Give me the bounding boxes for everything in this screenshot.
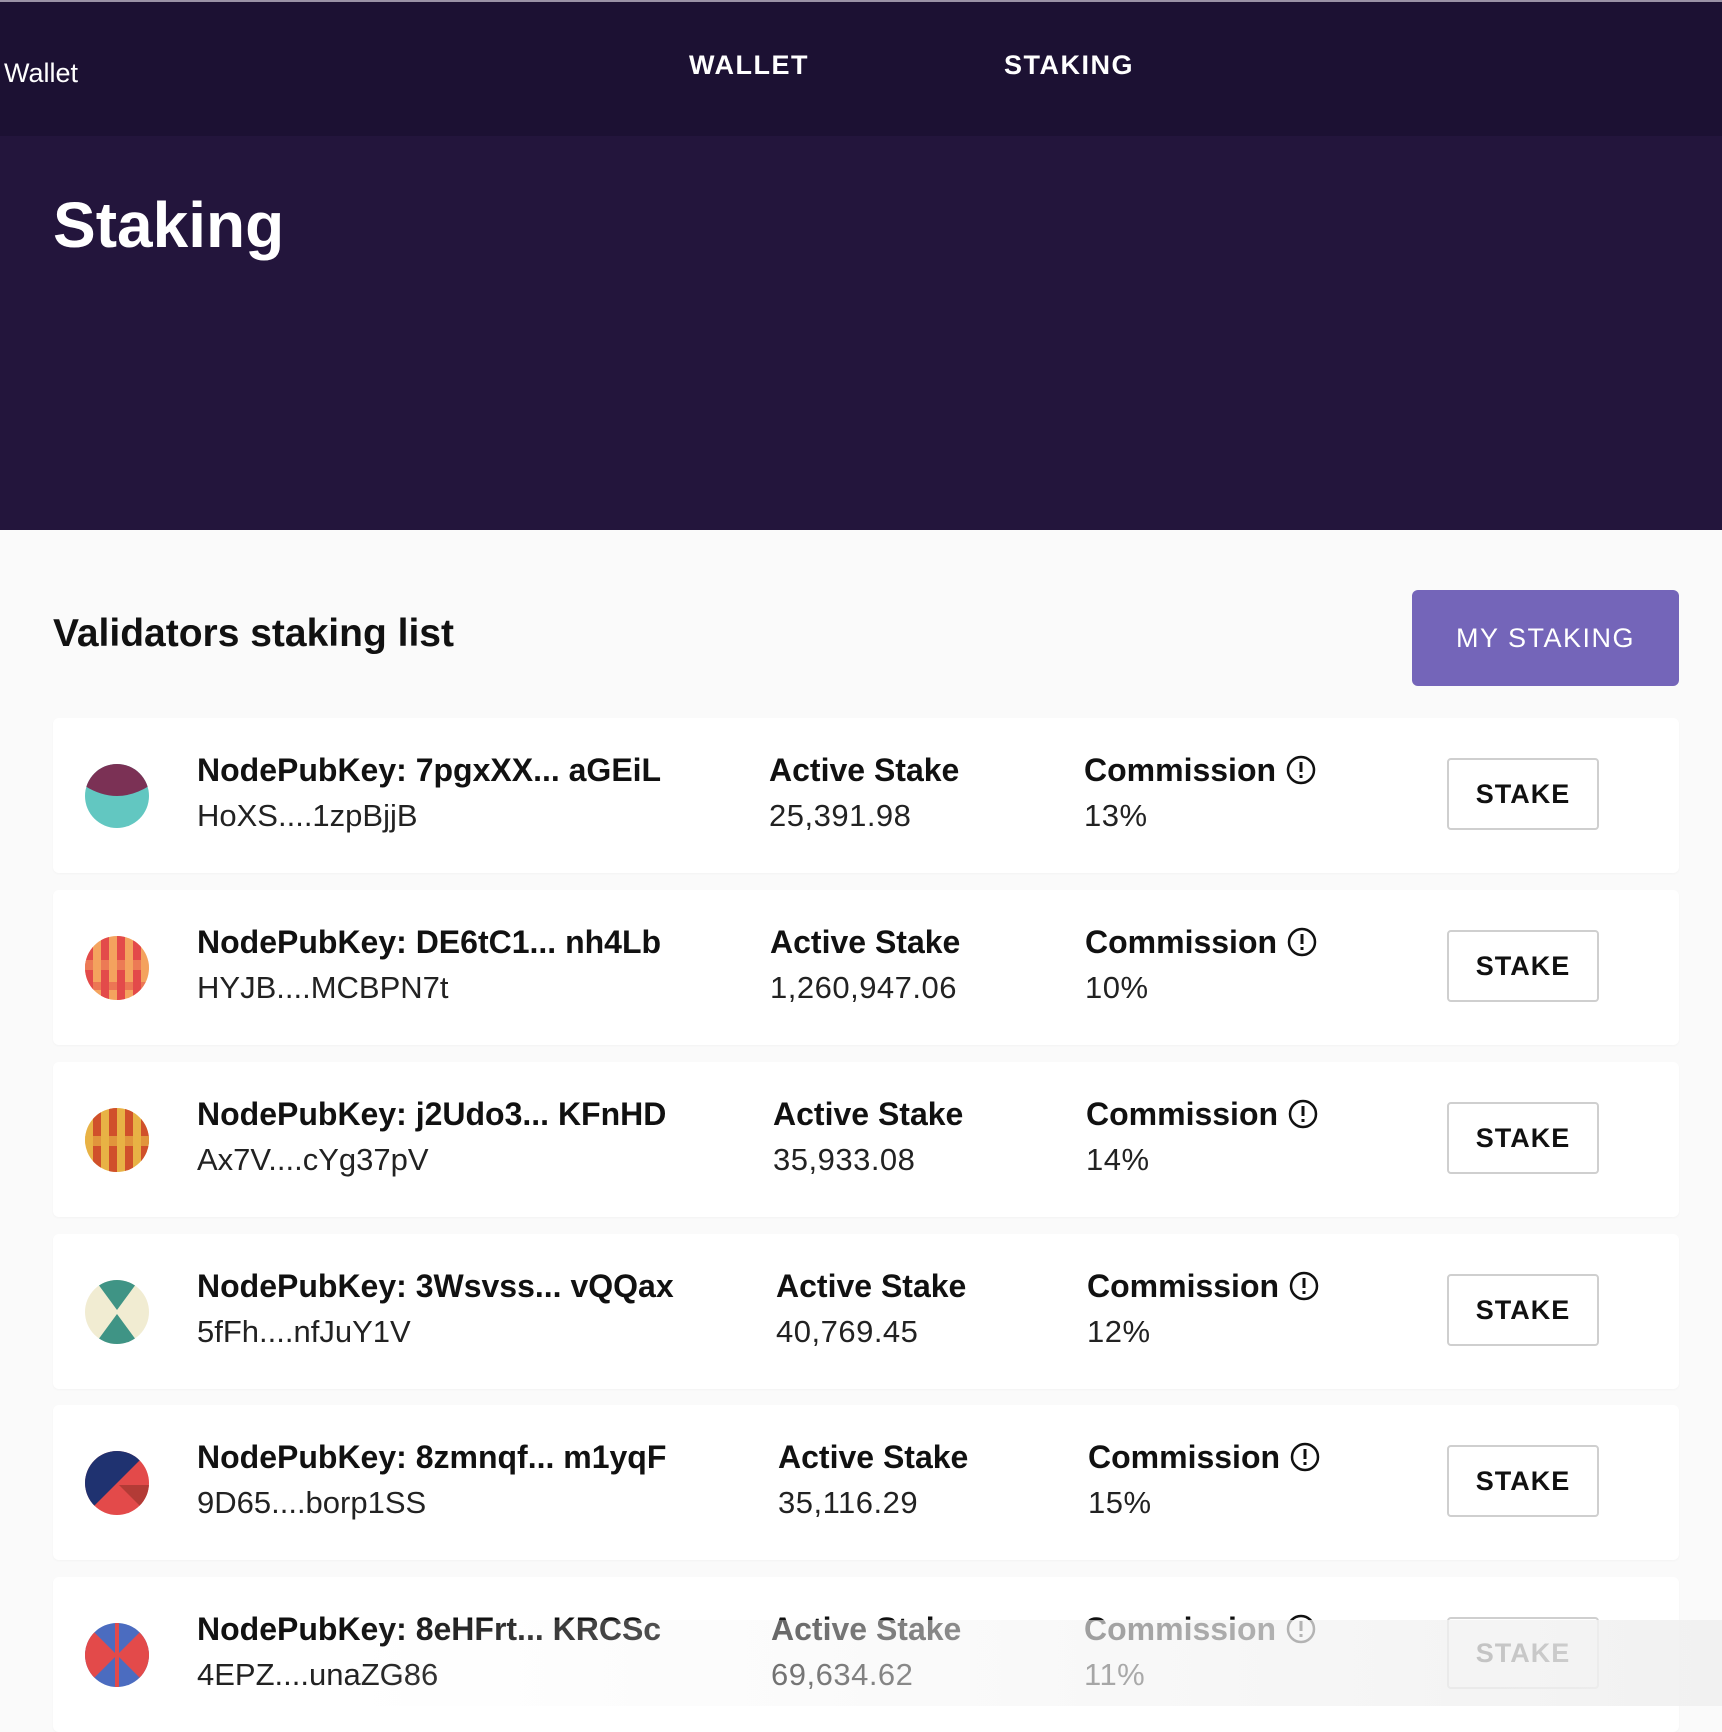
brand-label[interactable]: Wallet (4, 58, 78, 89)
node-pubkey: NodePubKey: 8eHFrt... KRCSc (197, 1611, 662, 1647)
active-stake-label: Active Stake (770, 924, 961, 960)
commission-label: Commission (1088, 1439, 1320, 1476)
info-icon[interactable] (1287, 927, 1317, 957)
validator-row: NodePubKey: 3Wsvss... vQQax 5fFh....nfJu… (53, 1234, 1679, 1389)
node-pubkey: NodePubKey: 7pgxXX... aGEiL (197, 752, 662, 788)
my-staking-button[interactable]: MY STAKING (1412, 590, 1679, 686)
active-stake-label: Active Stake (778, 1439, 969, 1475)
checkered-avatar-icon (85, 1108, 149, 1172)
validator-address: HYJB....MCBPN7t (197, 970, 449, 1005)
active-stake-label: Active Stake (773, 1096, 964, 1132)
commission-value: 11% (1084, 1657, 1146, 1692)
commission-value: 12% (1087, 1314, 1151, 1349)
node-pubkey: NodePubKey: DE6tC1... nh4Lb (197, 924, 662, 960)
half-circle-avatar-icon (85, 764, 149, 828)
stake-button[interactable]: STAKE (1447, 1617, 1599, 1689)
commission-label-text: Commission (1087, 1268, 1280, 1304)
active-stake-value: 69,634.62 (771, 1657, 914, 1692)
diagonal-avatar-icon (85, 1451, 149, 1515)
nav-item-wallet[interactable]: WALLET (689, 50, 809, 81)
commission-label-text: Commission (1088, 1439, 1281, 1475)
info-icon[interactable] (1288, 1099, 1318, 1129)
validator-row: NodePubKey: j2Udo3... KFnHD Ax7V....cYg3… (53, 1062, 1679, 1217)
commission-label: Commission (1085, 924, 1317, 961)
validator-row: NodePubKey: 8eHFrt... KRCSc 4EPZ....unaZ… (53, 1577, 1679, 1732)
stake-button[interactable]: STAKE (1447, 1274, 1599, 1346)
info-icon[interactable] (1290, 1442, 1320, 1472)
node-pubkey: NodePubKey: 3Wsvss... vQQax (197, 1268, 674, 1304)
validator-row: NodePubKey: 8zmnqf... m1yqF 9D65....borp… (53, 1405, 1679, 1560)
page-title: Staking (53, 189, 285, 261)
validators-list-title: Validators staking list (53, 612, 454, 655)
stake-button[interactable]: STAKE (1447, 930, 1599, 1002)
commission-value: 14% (1086, 1142, 1150, 1177)
nav-item-staking[interactable]: STAKING (1004, 50, 1134, 81)
hourglass-avatar-icon (85, 1280, 149, 1344)
validator-address: Ax7V....cYg37pV (197, 1142, 429, 1177)
info-icon[interactable] (1289, 1271, 1319, 1301)
commission-label: Commission (1084, 752, 1316, 789)
commission-label: Commission (1086, 1096, 1318, 1133)
top-navbar: Wallet WALLET STAKING (0, 2, 1722, 136)
node-pubkey: NodePubKey: 8zmnqf... m1yqF (197, 1439, 667, 1475)
validator-address: HoXS....1zpBjjB (197, 798, 418, 833)
stake-button[interactable]: STAKE (1447, 758, 1599, 830)
commission-value: 10% (1085, 970, 1149, 1005)
striped-avatar-icon (85, 936, 149, 1000)
commission-label: Commission (1084, 1611, 1316, 1648)
active-stake-label: Active Stake (771, 1611, 962, 1647)
info-icon[interactable] (1286, 755, 1316, 785)
info-icon[interactable] (1286, 1614, 1316, 1644)
stake-button[interactable]: STAKE (1447, 1445, 1599, 1517)
validator-row: NodePubKey: DE6tC1... nh4Lb HYJB....MCBP… (53, 890, 1679, 1045)
node-pubkey: NodePubKey: j2Udo3... KFnHD (197, 1096, 667, 1132)
active-stake-value: 35,116.29 (778, 1485, 919, 1520)
validator-address: 9D65....borp1SS (197, 1485, 427, 1520)
cross-avatar-icon (85, 1623, 149, 1687)
commission-label-text: Commission (1085, 924, 1278, 960)
active-stake-value: 40,769.45 (776, 1314, 919, 1349)
validator-address: 5fFh....nfJuY1V (197, 1314, 411, 1349)
active-stake-value: 1,260,947.06 (770, 970, 958, 1005)
commission-value: 15% (1088, 1485, 1152, 1520)
commission-label: Commission (1087, 1268, 1319, 1305)
active-stake-value: 35,933.08 (773, 1142, 916, 1177)
active-stake-value: 25,391.98 (769, 798, 912, 833)
active-stake-label: Active Stake (776, 1268, 967, 1304)
commission-label-text: Commission (1086, 1096, 1279, 1132)
commission-value: 13% (1084, 798, 1148, 833)
active-stake-label: Active Stake (769, 752, 960, 788)
validator-row: NodePubKey: 7pgxXX... aGEiL HoXS....1zpB… (53, 718, 1679, 873)
stake-button[interactable]: STAKE (1447, 1102, 1599, 1174)
hero-banner: Staking (0, 136, 1722, 530)
validator-address: 4EPZ....unaZG86 (197, 1657, 439, 1692)
commission-label-text: Commission (1084, 1611, 1277, 1647)
commission-label-text: Commission (1084, 752, 1277, 788)
